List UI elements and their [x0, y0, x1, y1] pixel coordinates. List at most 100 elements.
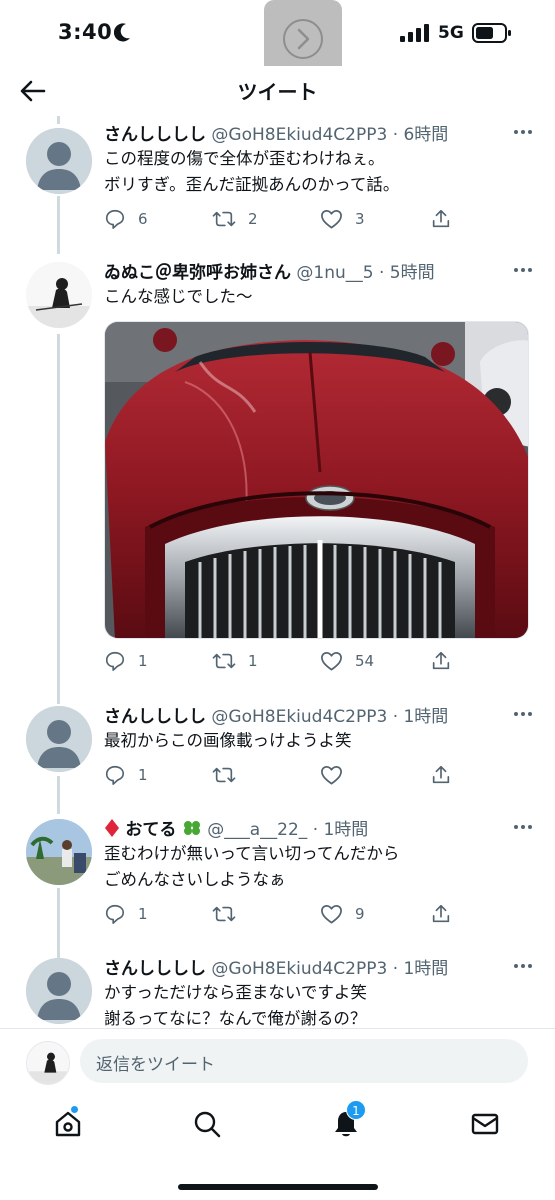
- tweet-text: 歪むわけが無いって言い切ってんだから ごめんなさいしようなぁ: [104, 844, 400, 889]
- user-handle[interactable]: @___a__22_: [207, 820, 307, 840]
- user-handle[interactable]: @GoH8Ekiud4C2PP3: [211, 707, 387, 727]
- user-handle[interactable]: @GoH8Ekiud4C2PP3: [211, 125, 387, 145]
- like-button[interactable]: 54: [320, 650, 374, 672]
- reply-composer-bar: 返信をツイート: [0, 1028, 555, 1092]
- display-name[interactable]: おてる: [125, 820, 176, 840]
- retweet-icon: [212, 211, 236, 227]
- reply-button[interactable]: 1: [104, 903, 148, 925]
- mail-icon: [471, 1113, 499, 1135]
- tweet-text: 最初からこの画像載っけようよ笑: [104, 731, 352, 750]
- more-icon[interactable]: [513, 704, 533, 724]
- notification-badge: 1: [346, 1100, 366, 1120]
- tweet-meta: さんしししし @GoH8Ekiud4C2PP3 · 1時間: [104, 702, 533, 728]
- share-icon: [432, 765, 450, 784]
- reply-input[interactable]: 返信をツイート: [80, 1039, 528, 1083]
- home-icon: [55, 1111, 81, 1137]
- status-time: 3:40: [58, 20, 113, 44]
- tweet-time: · 1時間: [392, 707, 449, 727]
- share-button[interactable]: [430, 650, 452, 672]
- page-title: ツイート: [237, 80, 318, 104]
- network-type: 5G: [438, 23, 464, 43]
- tweet-text: この程度の傷で全体が歪むわけねぇ。 ボリすぎ。歪んだ証拠あんのかって話。: [104, 149, 400, 194]
- diamond-icon: [105, 819, 119, 837]
- avatar[interactable]: [26, 819, 92, 885]
- share-icon: [432, 209, 450, 228]
- reply-button[interactable]: 1: [104, 650, 148, 672]
- reply-button[interactable]: 6: [104, 208, 148, 230]
- tab-notifications[interactable]: 1: [326, 1100, 366, 1144]
- share-button[interactable]: [430, 764, 452, 786]
- share-icon: [432, 651, 450, 670]
- like-count: 54: [355, 652, 375, 670]
- display-name[interactable]: さんしししし: [104, 959, 206, 979]
- retweet-button[interactable]: [212, 903, 236, 925]
- reply-icon: [105, 904, 125, 924]
- more-icon[interactable]: [513, 122, 533, 142]
- retweet-count: 2: [248, 210, 258, 228]
- retweet-icon: [212, 653, 236, 669]
- reply-icon: [105, 765, 125, 785]
- display-name[interactable]: さんしししし: [104, 707, 206, 727]
- like-button[interactable]: 9: [320, 903, 365, 925]
- home-badge-dot: [70, 1105, 79, 1114]
- reply-button[interactable]: 1: [104, 764, 148, 786]
- tweet-text: こんな感じでした〜: [104, 287, 253, 306]
- reply-count: 6: [138, 210, 148, 228]
- more-icon[interactable]: [513, 260, 533, 280]
- own-avatar[interactable]: [26, 1041, 70, 1085]
- bottom-tab-bar: 1: [0, 1092, 555, 1200]
- avatar[interactable]: [26, 706, 92, 772]
- clover-icon: [183, 821, 200, 835]
- tweet-actions: 6 2 3: [104, 208, 533, 234]
- tweet[interactable]: さんしししし @GoH8Ekiud4C2PP3 · 6時間 この程度の傷で全体が…: [0, 120, 555, 250]
- user-handle[interactable]: @GoH8Ekiud4C2PP3: [211, 959, 387, 979]
- search-icon: [194, 1111, 221, 1138]
- retweet-icon: [212, 906, 236, 922]
- like-icon: [321, 209, 342, 229]
- car-photo: [105, 322, 528, 638]
- tweet-time: · 5時間: [379, 263, 435, 283]
- tweet-actions: 1 9: [104, 903, 533, 929]
- conversation-timeline[interactable]: さんしししし @GoH8Ekiud4C2PP3 · 6時間 この程度の傷で全体が…: [0, 116, 555, 1028]
- reply-icon: [105, 209, 125, 229]
- retweet-button[interactable]: 1: [212, 650, 258, 672]
- avatar[interactable]: [26, 128, 92, 194]
- display-name[interactable]: さんしししし: [104, 125, 206, 145]
- like-button[interactable]: 3: [320, 208, 365, 230]
- tweet-actions: 1: [104, 764, 533, 790]
- tweet[interactable]: おてる @___a__22_ · 1時間 歪むわけが無いって言い切ってんだから …: [0, 815, 555, 950]
- more-icon[interactable]: [513, 956, 533, 976]
- like-icon: [321, 904, 342, 924]
- tweet-photo[interactable]: [104, 321, 529, 639]
- user-photo-avatar: [26, 819, 92, 885]
- battery-icon: [472, 23, 511, 43]
- display-name[interactable]: ゐぬこ＠卑弥呼お姉さん: [104, 263, 291, 283]
- like-icon: [321, 651, 342, 671]
- share-button[interactable]: [430, 903, 452, 925]
- reply-count: 1: [138, 652, 148, 670]
- tab-messages[interactable]: [465, 1104, 505, 1144]
- tweet[interactable]: さんしししし @GoH8Ekiud4C2PP3 · 1時間 最初からこの画像載っ…: [0, 702, 555, 812]
- user-handle[interactable]: @1nu__5: [296, 263, 373, 283]
- more-icon[interactable]: [513, 817, 533, 837]
- tweet[interactable]: ゐぬこ＠卑弥呼お姉さん @1nu__5 · 5時間 こんな感じでした〜 1 1 …: [0, 258, 555, 698]
- share-button[interactable]: [430, 208, 452, 230]
- avatar[interactable]: [26, 958, 92, 1024]
- tab-home[interactable]: [48, 1104, 88, 1144]
- tweet-text: かすっただけなら歪まないですよ笑 謝るってなに？なんで俺が謝るの？: [104, 983, 367, 1028]
- tweet[interactable]: さんしししし @GoH8Ekiud4C2PP3 · 1時間 かすっただけなら歪ま…: [0, 954, 555, 1028]
- tweet-meta: さんしししし @GoH8Ekiud4C2PP3 · 1時間: [104, 954, 533, 980]
- tab-search[interactable]: [187, 1104, 227, 1144]
- user-photo-avatar: [27, 1042, 69, 1084]
- tweet-time: · 1時間: [312, 820, 369, 840]
- retweet-button[interactable]: 2: [212, 208, 258, 230]
- like-icon: [321, 765, 342, 785]
- avatar[interactable]: [26, 262, 92, 328]
- reply-count: 1: [138, 905, 148, 923]
- tweet-meta: さんしししし @GoH8Ekiud4C2PP3 · 6時間: [104, 120, 533, 146]
- retweet-button[interactable]: [212, 764, 236, 786]
- like-count: 3: [355, 210, 365, 228]
- default-avatar-icon: [26, 706, 92, 772]
- tweet-time: · 1時間: [392, 959, 449, 979]
- like-button[interactable]: [320, 764, 343, 786]
